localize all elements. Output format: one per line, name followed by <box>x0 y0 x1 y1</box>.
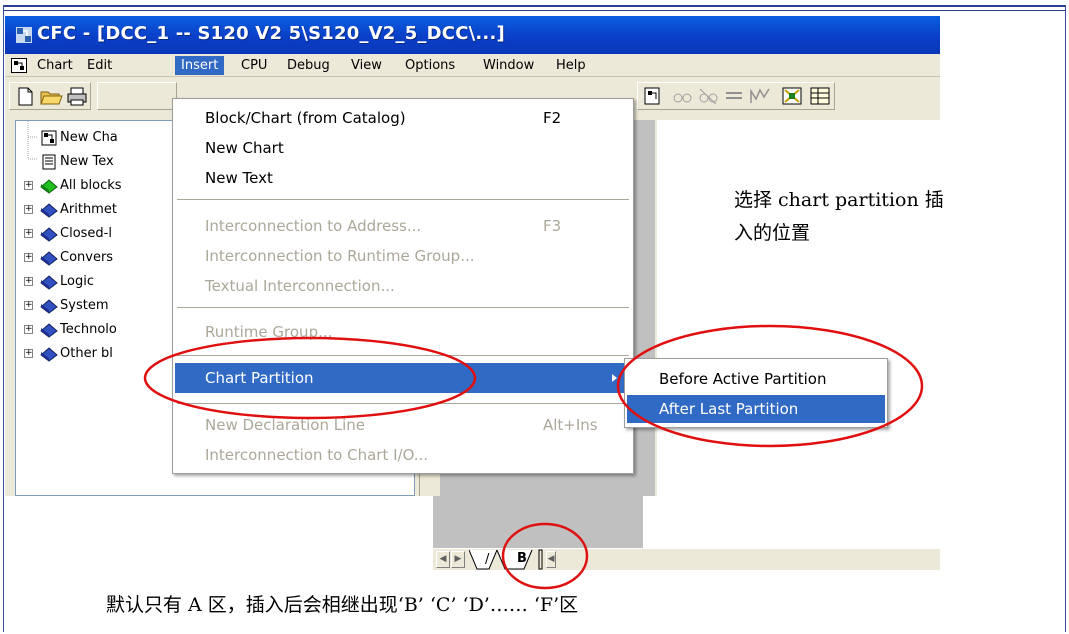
menu-item-textual-interconnection[interactable]: Textual Interconnection... <box>175 271 631 301</box>
tab-scroll-left-icon[interactable]: ◀ <box>546 551 556 568</box>
tree-item-label: Convers <box>60 250 114 265</box>
expand-plus-icon[interactable]: + <box>24 253 33 262</box>
blue-book-icon <box>40 251 58 266</box>
blue-book-icon <box>40 227 58 242</box>
overview-icon[interactable] <box>780 85 804 107</box>
menu-bar: Chart Edit Insert CPU Debug View Options… <box>5 54 940 77</box>
next-sheet-arrow-icon[interactable]: ▶ <box>451 551 465 568</box>
expand-plus-icon[interactable]: + <box>24 277 33 286</box>
menu-window[interactable]: Window <box>477 56 540 75</box>
sheet-tab-bar: ◀ ▶ / B ◀ <box>433 548 940 570</box>
chart-toolbar-group <box>637 82 835 110</box>
menu-separator <box>177 199 629 200</box>
blue-book-icon <box>40 299 58 314</box>
menu-cpu[interactable]: CPU <box>235 56 273 75</box>
file-toolbar-group <box>9 82 91 110</box>
chart-doc-icon[interactable] <box>11 58 27 73</box>
tree-item-label: Technolo <box>60 322 117 337</box>
menu-view[interactable]: View <box>345 56 388 75</box>
menu-insert[interactable]: Insert <box>175 56 225 75</box>
annotation-right-line2: 入的位置 <box>734 222 811 244</box>
tree-item-label: New Cha <box>60 130 118 145</box>
menu-item-chart-partition[interactable]: Chart Partition <box>175 363 631 393</box>
expand-plus-icon[interactable]: + <box>24 205 33 214</box>
tree-item-label: Logic <box>60 274 94 289</box>
chart-margin-lower <box>433 496 643 548</box>
blue-book-icon <box>40 203 58 218</box>
menu-item-before-active-partition[interactable]: Before Active Partition <box>627 365 885 393</box>
glasses-icon[interactable] <box>670 85 694 107</box>
chart-canvas-lower[interactable] <box>643 496 940 548</box>
title-bar[interactable]: CFC - [DCC_1 -- S120 V2 5\S120_V2_5_DCC\… <box>5 16 940 54</box>
open-folder-icon[interactable] <box>39 85 63 107</box>
chart-icon <box>41 130 57 146</box>
tree-item-label: All blocks <box>60 178 122 193</box>
text-doc-icon <box>42 154 56 170</box>
menu-separator <box>177 403 629 404</box>
lines-icon[interactable] <box>722 85 746 107</box>
table-icon[interactable] <box>808 85 832 107</box>
menu-item-runtime-group[interactable]: Runtime Group... <box>175 317 631 347</box>
first-sheet-arrow-icon[interactable]: ◀ <box>436 551 450 568</box>
expand-plus-icon[interactable]: + <box>24 349 33 358</box>
tree-item-label: New Tex <box>60 154 114 169</box>
menu-item-block-chart[interactable]: Block/Chart (from Catalog) F2 <box>175 103 631 133</box>
edit-toolbar-group <box>97 82 177 110</box>
annotation-right-line1: 选择 chart partition 插 <box>734 189 944 211</box>
menu-separator <box>177 355 629 356</box>
expand-plus-icon[interactable]: + <box>24 181 33 190</box>
expand-plus-icon[interactable]: + <box>24 301 33 310</box>
menu-debug[interactable]: Debug <box>281 56 336 75</box>
menu-options[interactable]: Options <box>399 56 461 75</box>
menu-chart[interactable]: Chart <box>31 56 79 75</box>
tree-item-label: Arithmet <box>60 202 117 217</box>
menu-separator <box>177 307 629 308</box>
submenu-arrow-icon <box>612 374 617 382</box>
chart-partition-submenu: Before Active Partition After Last Parti… <box>624 358 888 428</box>
menu-item-interconnection-chart-io[interactable]: Interconnection to Chart I/O... <box>175 440 631 470</box>
tree-item-label: Closed-l <box>60 226 112 241</box>
window-title: CFC - [DCC_1 -- S120 V2 5\S120_V2_5_DCC\… <box>37 23 505 44</box>
expand-plus-icon[interactable]: + <box>24 325 33 334</box>
sheet-tab-b[interactable]: B <box>517 551 527 572</box>
new-file-icon[interactable] <box>13 85 37 107</box>
sheet-tab-a[interactable]: / <box>485 552 489 573</box>
green-book-icon <box>40 179 58 194</box>
insert-menu: Block/Chart (from Catalog) F2 New Chart N… <box>172 98 634 474</box>
tree-item-label: Other bl <box>60 346 113 361</box>
expand-plus-icon[interactable]: + <box>24 229 33 238</box>
chart-canvas[interactable] <box>657 120 940 496</box>
blue-book-icon <box>40 275 58 290</box>
monitor-icon[interactable] <box>748 85 772 107</box>
menu-help[interactable]: Help <box>550 56 592 75</box>
menu-item-new-declaration-line[interactable]: New Declaration Line Alt+Ins <box>175 410 631 440</box>
cfc-app-icon <box>16 27 32 43</box>
blue-book-icon <box>40 323 58 338</box>
menu-item-new-chart[interactable]: New Chart <box>175 133 631 163</box>
disabled-glasses-icon[interactable] <box>696 85 720 107</box>
blue-book-icon <box>40 347 58 362</box>
annotation-right: 选择 chart partition 插 入的位置 <box>734 184 944 250</box>
tree-item-label: System <box>60 298 109 313</box>
menu-edit[interactable]: Edit <box>81 56 118 75</box>
print-icon[interactable] <box>65 85 89 107</box>
menu-item-interconnection-runtime[interactable]: Interconnection to Runtime Group... <box>175 241 631 271</box>
menu-item-after-last-partition[interactable]: After Last Partition <box>627 395 885 423</box>
chart-ref-icon[interactable] <box>640 85 664 107</box>
frame-line <box>4 10 1065 11</box>
menu-item-new-text[interactable]: New Text <box>175 163 631 193</box>
menu-item-interconnection-address[interactable]: Interconnection to Address... F3 <box>175 211 631 241</box>
annotation-bottom: 默认只有 A 区，插入后会相继出现‘B’ ‘C’ ‘D’…… ‘F’区 <box>106 594 579 616</box>
